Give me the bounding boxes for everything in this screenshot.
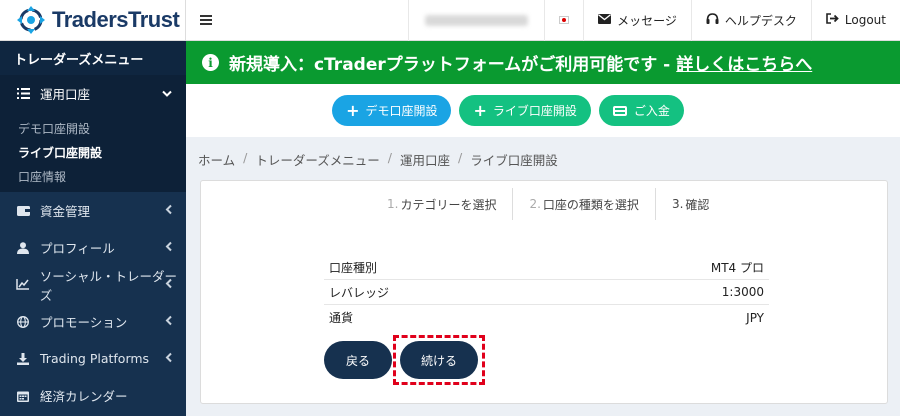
sidebar-item-accounts[interactable]: 運用口座 [0, 75, 186, 112]
account-name-redacted [408, 0, 544, 41]
banner-text: 新規導入：cTraderプラットフォームがご利用可能です - [229, 55, 671, 75]
japan-flag-icon [559, 16, 570, 24]
announcement-banner: i 新規導入：cTraderプラットフォームがご利用可能です - 詳しくはこちら… [186, 41, 900, 84]
chevron-left-icon [165, 278, 172, 291]
logout-label: Logout [844, 13, 886, 27]
chevron-left-icon [165, 315, 172, 328]
sidebar-subitem-live-account[interactable]: ライブ口座開設 [0, 140, 186, 164]
account-confirm-card: 1. カテゴリーを選択 2. 口座の種類を選択 3. 確認 口座種別 MT4 プ… [200, 180, 888, 404]
open-live-account-button[interactable]: + ライブ口座開設 [459, 95, 591, 126]
quick-actions: + デモ口座開設 + ライブ口座開設 ご入金 [186, 84, 900, 137]
logo[interactable]: TradersTrust [0, 0, 186, 41]
wallet-icon [15, 205, 31, 216]
breadcrumb-accounts[interactable]: 運用口座 [400, 150, 450, 169]
summary-label-leverage: レバレッジ [329, 285, 390, 300]
sidebar-item-label: プロフィール [40, 241, 115, 256]
messages-link[interactable]: メッセージ [583, 0, 691, 41]
wizard-steps: 1. カテゴリーを選択 2. 口座の種類を選択 3. 確認 [371, 188, 725, 220]
hamburger-icon[interactable] [186, 0, 226, 41]
account-summary-table: 口座種別 MT4 プロ レバレッジ 1:3000 通貨 JPY [324, 255, 769, 330]
step-select-account-type: 2. 口座の種類を選択 [513, 188, 656, 220]
chevron-down-icon [162, 87, 172, 100]
headset-icon [706, 12, 719, 28]
step-select-category: 1. カテゴリーを選択 [371, 188, 514, 220]
summary-value-currency: JPY [746, 310, 764, 325]
sidebar-item-label: プロモーション [40, 315, 128, 330]
table-row: 口座種別 MT4 プロ [324, 255, 769, 280]
deposit-label: ご入金 [633, 104, 670, 118]
sidebar-item-label: 経済カレンダー [40, 389, 128, 404]
chart-icon [15, 279, 31, 290]
continue-button[interactable]: 続ける [400, 341, 478, 379]
logout-link[interactable]: Logout [810, 0, 900, 41]
logout-icon [826, 13, 839, 27]
open-live-account-label: ライブ口座開設 [492, 104, 577, 118]
sidebar-subitem-account-info[interactable]: 口座情報 [0, 164, 186, 188]
chevron-left-icon [165, 204, 172, 217]
messages-label: メッセージ [617, 13, 677, 28]
breadcrumb: ホーム / トレーダーズメニュー / 運用口座 / ライブ口座開設 [198, 150, 558, 169]
plus-icon: + [473, 101, 487, 120]
language-selector[interactable] [544, 0, 583, 41]
breadcrumb-home[interactable]: ホーム [198, 150, 235, 169]
credit-card-icon [612, 105, 627, 116]
user-icon [15, 241, 31, 254]
breadcrumb-separator: / [243, 150, 248, 165]
sidebar-item-promotions[interactable]: プロモーション [0, 303, 186, 340]
deposit-button[interactable]: ご入金 [598, 95, 684, 126]
breadcrumb-traders-menu[interactable]: トレーダーズメニュー [255, 150, 379, 169]
summary-label-account-type: 口座種別 [329, 260, 378, 275]
back-button[interactable]: 戻る [324, 341, 392, 379]
sidebar-item-label: 運用口座 [40, 87, 91, 102]
sidebar-item-funds[interactable]: 資金管理 [0, 192, 186, 229]
table-row: 通貨 JPY [324, 305, 769, 330]
chevron-left-icon [165, 241, 172, 254]
sidebar-item-profile[interactable]: プロフィール [0, 229, 186, 266]
breadcrumb-separator: / [457, 150, 463, 165]
traderstrust-logo-icon [16, 5, 46, 35]
table-row: レバレッジ 1:3000 [324, 280, 769, 305]
top-bar: メッセージ ヘルプデスク Logout [186, 0, 900, 41]
list-icon [15, 88, 31, 99]
envelope-icon [598, 13, 612, 27]
globe-icon [15, 315, 31, 328]
plus-icon: + [346, 101, 360, 120]
info-icon: i [202, 54, 219, 71]
sidebar-menu-title: トレーダーズメニュー [0, 41, 186, 75]
brand-name: TradersTrust [52, 7, 180, 32]
sidebar-submenu: デモ口座開設 ライブ口座開設 口座情報 [0, 112, 186, 192]
sidebar-item-trading-platforms[interactable]: Trading Platforms [0, 340, 186, 377]
open-demo-account-button[interactable]: + デモ口座開設 [332, 95, 452, 126]
open-demo-account-label: デモ口座開設 [365, 104, 438, 118]
chevron-left-icon [165, 352, 172, 365]
sidebar-subitem-demo-account[interactable]: デモ口座開設 [0, 116, 186, 140]
helpdesk-label: ヘルプデスク [724, 13, 797, 28]
calendar-icon [15, 390, 31, 402]
step-confirm: 3. 確認 [671, 197, 710, 212]
helpdesk-link[interactable]: ヘルプデスク [690, 0, 811, 41]
download-icon [15, 352, 31, 365]
sidebar-item-economic-calendar[interactable]: 経済カレンダー [0, 377, 186, 414]
breadcrumb-separator: / [387, 150, 392, 165]
banner-details-link[interactable]: 詳しくはこちらへ [676, 50, 812, 75]
summary-value-leverage: 1:3000 [721, 285, 764, 299]
sidebar-item-label: Trading Platforms [40, 351, 150, 366]
summary-label-currency: 通貨 [329, 311, 354, 325]
sidebar-item-label: 資金管理 [40, 204, 91, 219]
sidebar: TradersTrust トレーダーズメニュー 運用口座 デモ口座開設 ライブ口… [0, 0, 186, 416]
summary-value-account-type: MT4 プロ [710, 260, 764, 275]
sidebar-item-social-traders[interactable]: ソーシャル・トレーダーズ [0, 266, 186, 303]
breadcrumb-current: ライブ口座開設 [470, 153, 558, 168]
top-right-menu: メッセージ ヘルプデスク Logout [408, 0, 900, 41]
